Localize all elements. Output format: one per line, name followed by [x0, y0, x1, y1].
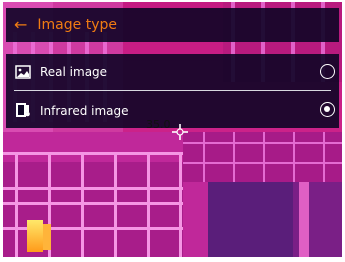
radio-infrared-image[interactable]	[320, 102, 335, 117]
arrow-left-icon[interactable]: ←	[14, 17, 27, 33]
image-type-menu: Real image Infrared image	[6, 54, 339, 128]
option-infrared-image[interactable]: Infrared image	[6, 92, 339, 128]
temperature-readout: 35.0	[146, 118, 171, 131]
option-infrared-image-label: Infrared image	[40, 104, 129, 118]
option-real-image-label: Real image	[40, 65, 108, 79]
page-title: Image type	[37, 17, 117, 33]
divider	[14, 90, 331, 91]
radio-real-image[interactable]	[320, 64, 335, 79]
thermometer-image-icon	[16, 103, 30, 117]
image-icon	[15, 65, 31, 79]
camera-view: ← Image type Real image Infrared image 3…	[3, 2, 342, 257]
crosshair-icon	[172, 124, 188, 140]
header-bar: ← Image type	[6, 8, 339, 42]
option-real-image[interactable]: Real image	[6, 54, 339, 90]
